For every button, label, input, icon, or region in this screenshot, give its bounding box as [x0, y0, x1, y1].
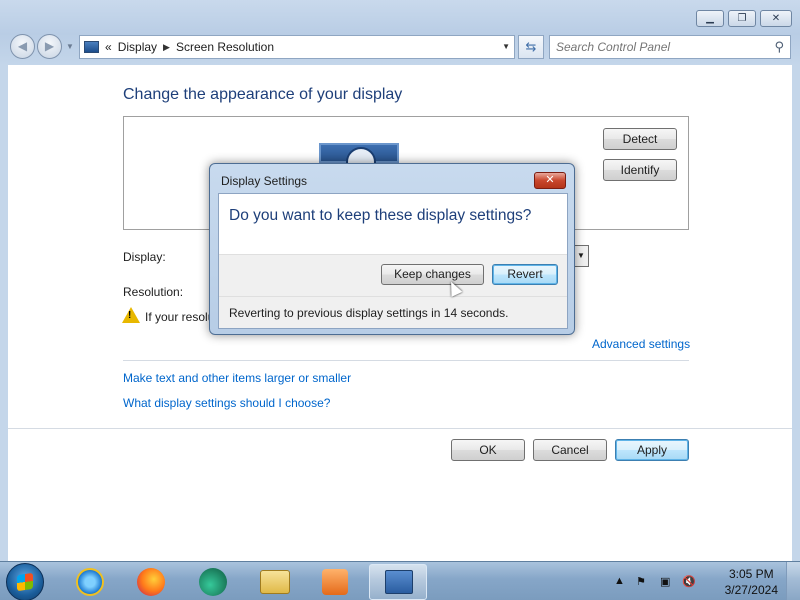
- edge-icon[interactable]: [195, 566, 231, 598]
- detect-button[interactable]: Detect: [603, 128, 677, 150]
- dialog-close-button[interactable]: ✕: [534, 172, 566, 189]
- breadcrumb-screen-resolution[interactable]: Screen Resolution: [176, 40, 274, 54]
- revert-countdown-text: Reverting to previous display settings i…: [229, 306, 509, 320]
- dialog-body: Do you want to keep these display settin…: [218, 193, 568, 329]
- divider: [8, 428, 792, 429]
- volume-muted-icon[interactable]: 🔇: [682, 575, 696, 588]
- advanced-settings-link[interactable]: Advanced settings: [592, 337, 690, 351]
- network-icon[interactable]: ▣: [660, 575, 670, 588]
- action-center-flag-icon[interactable]: ⚑: [636, 575, 646, 588]
- breadcrumb-display[interactable]: Display: [118, 40, 157, 54]
- back-button[interactable]: ◀: [10, 34, 35, 59]
- display-settings-dialog: Display Settings ✕ Do you want to keep t…: [209, 163, 575, 335]
- display-settings-task[interactable]: [369, 564, 427, 600]
- dialog-question: Do you want to keep these display settin…: [229, 207, 532, 224]
- keep-changes-button[interactable]: Keep changes: [381, 264, 484, 285]
- search-box[interactable]: ⚲: [549, 35, 791, 59]
- apply-button[interactable]: Apply: [615, 439, 689, 461]
- breadcrumb-separator-icon[interactable]: ▶: [163, 42, 170, 53]
- clock[interactable]: 3:05 PM 3/27/2024: [725, 566, 778, 598]
- address-dropdown-icon[interactable]: ▼: [502, 42, 510, 51]
- display-label: Display:: [123, 250, 166, 264]
- divider: [219, 254, 567, 255]
- windows-explorer-icon[interactable]: [257, 566, 293, 598]
- text-size-link[interactable]: Make text and other items larger or smal…: [123, 371, 351, 385]
- breadcrumb-overflow[interactable]: «: [105, 40, 112, 54]
- system-tray: ▲ ⚑ ▣ 🔇 3:05 PM 3/27/2024: [610, 562, 800, 600]
- windows-logo-icon: [17, 572, 33, 592]
- cancel-button[interactable]: Cancel: [533, 439, 607, 461]
- display-settings-icon: [385, 570, 413, 594]
- display-help-link[interactable]: What display settings should I choose?: [123, 396, 330, 410]
- display-dropdown-arrow[interactable]: ▼: [573, 245, 589, 267]
- monitor-icon[interactable]: [319, 143, 399, 177]
- search-icon[interactable]: ⚲: [774, 39, 784, 55]
- firefox-icon[interactable]: [133, 566, 169, 598]
- media-player-icon[interactable]: [317, 566, 353, 598]
- refresh-button[interactable]: ⇆: [518, 35, 544, 59]
- taskbar: ▲ ⚑ ▣ 🔇 3:05 PM 3/27/2024: [0, 561, 800, 600]
- search-input[interactable]: [550, 36, 760, 58]
- warning-text: If your resolu: [145, 310, 215, 324]
- resolution-label: Resolution:: [123, 285, 184, 299]
- divider: [219, 296, 567, 297]
- internet-explorer-icon[interactable]: [72, 566, 108, 598]
- back-arrow-icon: ◀: [17, 39, 28, 53]
- dialog-title: Display Settings: [221, 174, 308, 188]
- show-desktop-button[interactable]: [786, 562, 800, 600]
- window-controls: ▁ ❐ ✕: [696, 10, 792, 27]
- navigation-bar: ◀ ▶ ▼ « Display ▶ Screen Resolution ▼ ⇆ …: [0, 34, 800, 60]
- clock-time: 3:05 PM: [728, 567, 774, 581]
- minimize-button[interactable]: ▁: [696, 10, 724, 27]
- forward-arrow-icon: ▶: [44, 39, 55, 53]
- identify-button[interactable]: Identify: [603, 159, 677, 181]
- address-bar[interactable]: « Display ▶ Screen Resolution ▼: [79, 35, 515, 59]
- control-panel-icon: [84, 41, 99, 53]
- divider: [123, 360, 689, 361]
- forward-button[interactable]: ▶: [37, 34, 62, 59]
- warning-icon: !: [122, 307, 140, 323]
- close-button[interactable]: ✕: [760, 10, 792, 27]
- recent-pages-dropdown[interactable]: ▼: [66, 42, 74, 51]
- revert-button[interactable]: Revert: [492, 264, 558, 285]
- page-title: Change the appearance of your display: [123, 86, 403, 103]
- refresh-icon: ⇆: [525, 39, 537, 54]
- clock-date: 3/27/2024: [724, 583, 778, 597]
- ok-button[interactable]: OK: [451, 439, 525, 461]
- maximize-button[interactable]: ❐: [728, 10, 756, 27]
- dialog-question-area: Do you want to keep these display settin…: [219, 194, 567, 254]
- show-hidden-icons-button[interactable]: ▲: [614, 575, 625, 587]
- start-button[interactable]: [6, 563, 44, 600]
